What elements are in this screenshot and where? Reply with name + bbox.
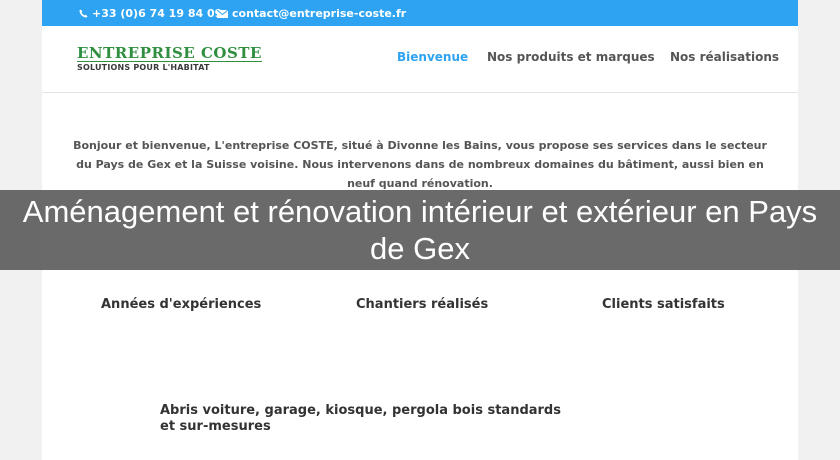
phone-contact[interactable]: +33 (0)6 74 19 84 09 bbox=[79, 7, 222, 20]
nav-item-realisations[interactable]: Nos réalisations bbox=[670, 50, 779, 64]
stat-clients: Clients satisfaits bbox=[602, 297, 725, 312]
stat-chantiers: Chantiers réalisés bbox=[356, 297, 489, 312]
envelope-icon bbox=[217, 9, 228, 18]
email-contact[interactable]: contact@entreprise-coste.fr bbox=[217, 7, 406, 20]
banner-title: Aménagement et rénovation intérieur et e… bbox=[22, 194, 818, 266]
product-title[interactable]: Abris voiture, garage, kiosque, pergola … bbox=[160, 403, 580, 435]
top-contact-bar: +33 (0)6 74 19 84 09 contact@entreprise-… bbox=[42, 0, 798, 26]
email-address: contact@entreprise-coste.fr bbox=[232, 7, 407, 20]
intro-paragraph: Bonjour et bienvenue, L'entreprise COSTE… bbox=[73, 139, 767, 190]
nav-item-produits[interactable]: Nos produits et marques bbox=[487, 50, 655, 64]
phone-icon bbox=[79, 9, 88, 18]
site-header: ENTREPRISE COSTE SOLUTIONS POUR L'HABITA… bbox=[42, 26, 798, 93]
phone-number: +33 (0)6 74 19 84 09 bbox=[92, 7, 223, 20]
stat-experience: Années d'expériences bbox=[101, 297, 262, 312]
title-banner: Aménagement et rénovation intérieur et e… bbox=[0, 190, 840, 270]
main-nav: Bienvenue Nos produits et marques Nos ré… bbox=[42, 50, 798, 70]
nav-item-bienvenue[interactable]: Bienvenue bbox=[397, 50, 468, 64]
